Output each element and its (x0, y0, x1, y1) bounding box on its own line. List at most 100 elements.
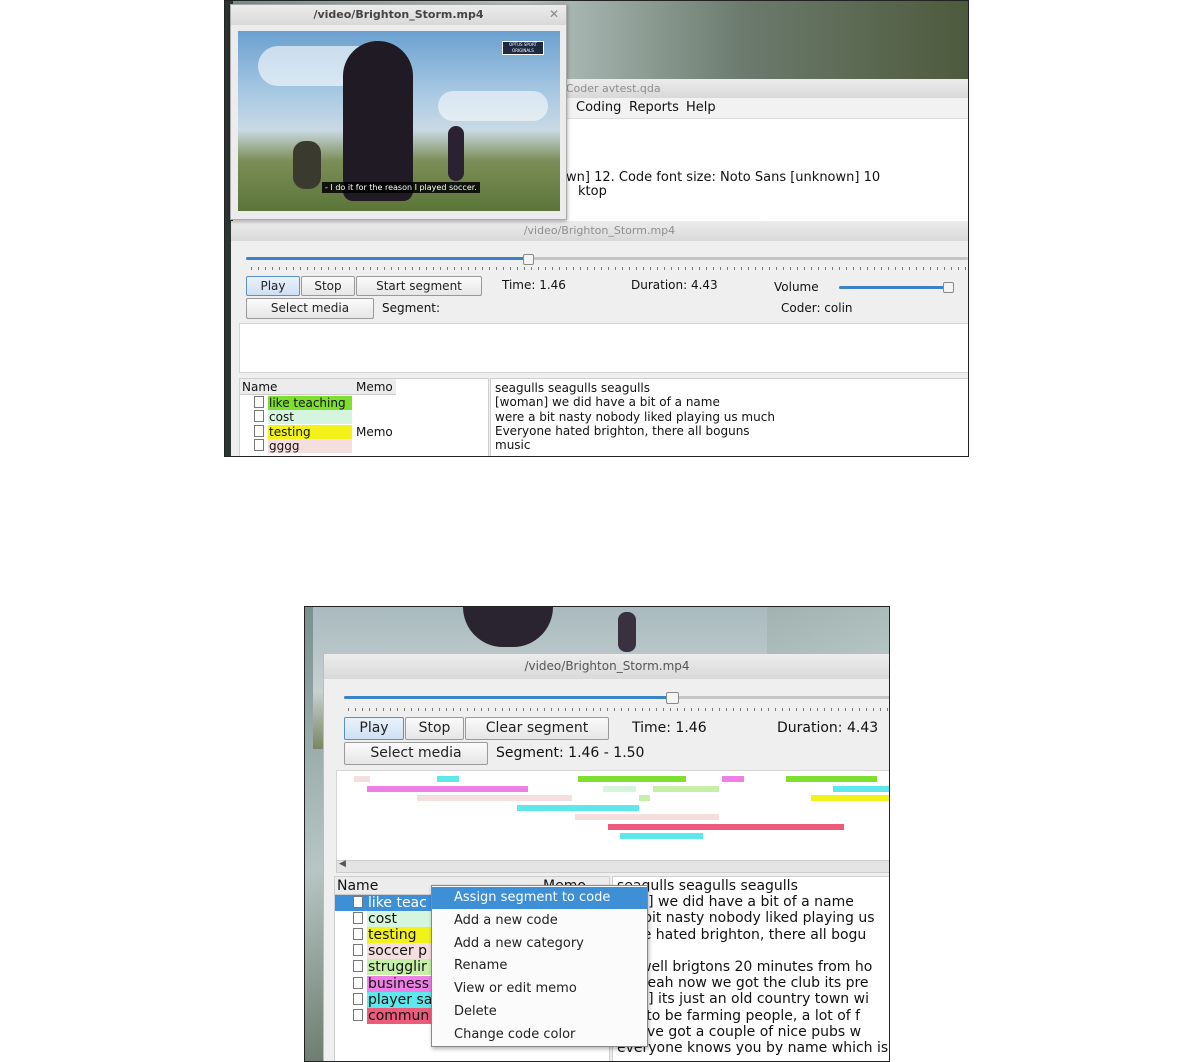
select-media-button[interactable]: Select media (344, 742, 488, 765)
player-titlebar: /video/Brighton_Storm.mp4 (231, 5, 566, 25)
segment-bar[interactable] (722, 776, 745, 782)
progress-slider-fill (246, 257, 528, 260)
context-menu-item[interactable]: View or edit memo (432, 978, 647, 1000)
document-icon (353, 944, 363, 957)
transcript-line: seagulls seagulls seagulls (495, 381, 651, 395)
document-icon (353, 912, 363, 925)
code-name: like teaching (268, 396, 352, 410)
segment-bar[interactable] (608, 823, 844, 830)
document-icon (353, 896, 363, 908)
logo-box: OPTUS SPORT ORIGINALS (502, 41, 544, 55)
stop-button[interactable]: Stop (301, 276, 355, 296)
document-icon (254, 410, 264, 423)
segment-bar[interactable] (575, 814, 720, 820)
tree-header-name[interactable]: Name (242, 380, 277, 394)
progress-slider-fill (344, 696, 672, 699)
transcript-line: man] we did have a bit of a name (617, 894, 854, 911)
av-coding-window: /video/Brighton_Storm.mp4 Play Stop Star… (231, 221, 968, 456)
transcript-line: man] its just an old country town wi (617, 991, 869, 1008)
duration-label: Duration: 4.43 (631, 278, 718, 292)
tree-item[interactable]: gggg (254, 438, 352, 453)
segment-bar[interactable] (652, 785, 720, 792)
av-coding-window: /video/Brighton_Storm.mp4 Play Stop Clea… (323, 654, 889, 1061)
player-silhouette (463, 607, 553, 647)
transcript-panel[interactable]: seagulls seagulls seagulls man] we did ha… (612, 876, 889, 1061)
scroll-left-icon[interactable]: ◀ (339, 859, 346, 869)
clear-segment-button[interactable]: Clear segment (465, 717, 609, 740)
timeline-scrollbar[interactable]: ◀ (336, 859, 889, 873)
transcript-panel[interactable]: seagulls seagulls seagulls [woman] we did… (490, 378, 968, 456)
context-menu-item[interactable]: Change code color (432, 1024, 647, 1046)
tree-header-name[interactable]: Name (337, 878, 378, 894)
document-icon (353, 992, 363, 1005)
segment-bar[interactable] (353, 776, 371, 782)
player-title: /video/Brighton_Storm.mp4 (313, 8, 484, 21)
play-button[interactable]: Play (344, 717, 404, 740)
context-menu-item[interactable]: Rename (432, 955, 647, 977)
video-frame: OPTUS SPORT ORIGINALS - I do it for the … (238, 31, 560, 211)
segment-bar[interactable] (436, 776, 459, 782)
context-menu-item[interactable]: Add a new code (432, 910, 647, 932)
transcript-line: uh yeah now we got the club its pre (617, 975, 869, 992)
menu-help[interactable]: Help (686, 100, 716, 115)
stop-button[interactable]: Stop (405, 717, 464, 740)
tree-item[interactable]: like teaching (254, 396, 352, 410)
tree-item[interactable]: testing Memo (254, 424, 393, 439)
segment-bar[interactable] (638, 795, 650, 801)
transcript-line: ] weve got a couple of nice pubs w (617, 1023, 862, 1040)
code-tree: Name Memo like teaching cost testing Memo gg… (239, 378, 489, 456)
code-name: testing (268, 424, 352, 439)
segment-bar[interactable] (367, 785, 529, 792)
segment-bar[interactable] (785, 776, 878, 782)
start-segment-button[interactable]: Start segment (356, 276, 482, 296)
volume-slider-fill (839, 286, 949, 289)
code-memo: Memo (356, 424, 393, 439)
segment-label: Segment: (382, 301, 441, 315)
transcript-line: sed to be farming people, a lot of f (617, 1007, 861, 1024)
coder-label: Coder: colin (781, 301, 853, 315)
segment-bar[interactable] (619, 833, 703, 839)
tree-header-memo[interactable]: Memo (356, 380, 393, 394)
segment-timeline (239, 323, 968, 373)
menu-coding[interactable]: Coding (576, 100, 621, 115)
info-line-1: wn] 12. Code font size: Noto Sans [unkno… (566, 170, 881, 185)
play-button[interactable]: Play (246, 276, 300, 296)
tree-item[interactable]: cost (254, 410, 352, 425)
segment-bar[interactable] (577, 776, 686, 782)
progress-slider-ticks (251, 267, 968, 270)
subtitle-box: - I do it for the reason I played soccer… (322, 182, 480, 193)
transcript-line: e a bit nasty nobody liked playing us (617, 910, 875, 927)
subtitle-text: - I do it for the reason I played soccer… (325, 183, 477, 192)
transcript-line: everyone knows you by name which is (617, 1040, 889, 1056)
tree-header: Name Memo (240, 379, 396, 395)
transcript-line: were a bit nasty nobody liked playing us… (495, 409, 775, 424)
document-icon (254, 424, 264, 437)
player-silhouette (343, 41, 413, 201)
segment-label: Segment: 1.46 - 1.50 (496, 745, 645, 761)
transcript-line: Everyone hated brighton, there all bogun… (495, 423, 750, 438)
segment-bar[interactable] (602, 785, 637, 792)
code-name: cost (268, 410, 352, 425)
close-icon[interactable]: ✕ (549, 7, 559, 21)
context-menu-item[interactable]: Assign segment to code (432, 887, 647, 909)
top-screenshot: QualCoder avtest.qda Coding Reports Help… (224, 0, 969, 457)
select-media-button[interactable]: Select media (246, 298, 374, 319)
context-menu: Assign segment to code Add a new code Add … (431, 885, 648, 1047)
av-window-title: /video/Brighton_Storm.mp4 (523, 224, 676, 237)
segment-bar[interactable] (517, 804, 639, 811)
progress-slider-handle[interactable] (522, 254, 534, 265)
volume-label: Volume (774, 280, 819, 294)
logo-text: OPTUS SPORT ORIGINALS (509, 42, 537, 53)
segment-bar[interactable] (832, 785, 889, 792)
volume-slider-handle[interactable] (943, 282, 955, 293)
segment-bar[interactable] (810, 795, 889, 801)
segment-bar[interactable] (417, 795, 573, 801)
info-line-2: ktop (578, 184, 607, 199)
cloud-shape (438, 91, 548, 121)
progress-slider-handle[interactable] (665, 692, 679, 704)
menu-reports[interactable]: Reports (629, 100, 679, 115)
context-menu-item[interactable]: Add a new category (432, 933, 647, 955)
transcript-line: music (495, 438, 531, 453)
duration-label: Duration: 4.43 (777, 720, 879, 736)
context-menu-item[interactable]: Delete (432, 1001, 647, 1023)
